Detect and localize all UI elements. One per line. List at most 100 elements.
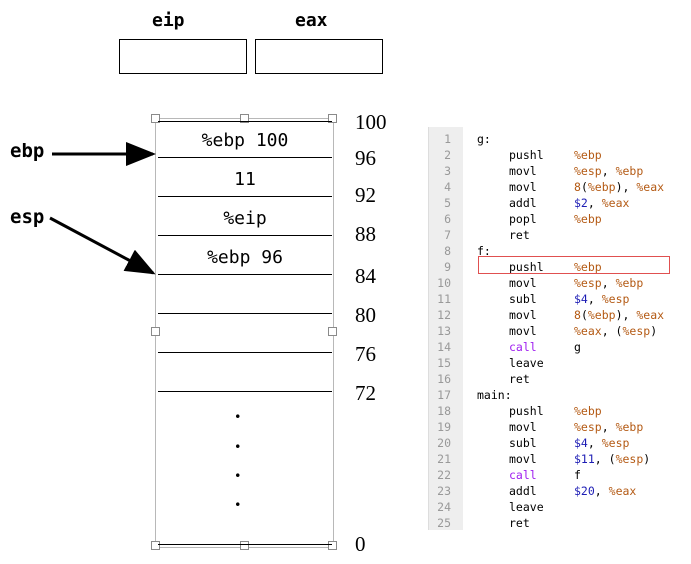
operand-token: ): [650, 324, 658, 338]
instruction-operands: $2, %eax: [574, 195, 629, 211]
instruction-mnemonic: subl: [509, 436, 537, 450]
instruction-mnemonic: movl: [509, 420, 537, 434]
instruction-operands: %esp, %ebp: [574, 163, 643, 179]
instruction-operands: %ebp: [574, 211, 602, 227]
code-line: 23 addl $20, %eax: [429, 483, 689, 499]
instruction-mnemonic: pushl: [509, 404, 544, 418]
operand-token: %esp: [622, 324, 651, 338]
instruction-mnemonic: call: [509, 340, 537, 354]
line-number: 18: [437, 404, 451, 418]
operand-token: ,: [587, 436, 602, 450]
code-line: 2 pushl %ebp: [429, 147, 689, 163]
instruction-mnemonic: movl: [509, 164, 537, 178]
operand-token: %esp: [615, 452, 644, 466]
line-number: 10: [437, 276, 451, 290]
instruction-mnemonic: movl: [509, 324, 537, 338]
instruction-operands: %ebp: [574, 403, 602, 419]
operand-token: ,: [601, 276, 616, 290]
code-line: 10 movl %esp, %ebp: [429, 275, 689, 291]
code-line: 14 call g: [429, 339, 689, 355]
operand-token: f: [574, 468, 581, 482]
line-number: 23: [437, 484, 451, 498]
code-line: 6 popl %ebp: [429, 211, 689, 227]
operand-token: ,: [601, 420, 616, 434]
instruction-mnemonic: movl: [509, 180, 537, 194]
operand-token: %ebp: [574, 148, 602, 162]
operand-token: , (: [601, 324, 623, 338]
operand-token: %eax: [636, 180, 665, 194]
operand-token: %ebp: [615, 276, 644, 290]
operand-token: $20: [574, 484, 595, 498]
line-number: 6: [444, 212, 451, 226]
instruction-mnemonic: ret: [509, 516, 530, 530]
instruction-mnemonic: movl: [509, 276, 537, 290]
code-line: 22 call f: [429, 467, 689, 483]
instruction-operands: g: [574, 339, 581, 355]
code-line: 12 movl 8(%ebp), %eax: [429, 307, 689, 323]
code-line: 5 addl $2, %eax: [429, 195, 689, 211]
operand-token: %esp: [601, 436, 630, 450]
operand-token: (: [580, 308, 588, 322]
line-number: 13: [437, 324, 451, 338]
operand-token: ,: [594, 484, 609, 498]
instruction-mnemonic: subl: [509, 292, 537, 306]
operand-token: %ebp: [574, 404, 602, 418]
operand-token: 8: [574, 180, 581, 194]
esp-arrow: [49, 216, 156, 275]
instruction-operands: %eax, (%esp): [574, 323, 657, 339]
instruction-operands: %esp, %ebp: [574, 419, 643, 435]
instruction-operands: $11, (%esp): [574, 451, 650, 467]
line-number: 17: [437, 388, 451, 402]
operand-token: %ebp: [615, 420, 644, 434]
code-line: 20 subl $4, %esp: [429, 435, 689, 451]
instruction-operands: 8(%ebp), %eax: [574, 179, 664, 195]
operand-token: $2: [574, 196, 588, 210]
instruction-mnemonic: addl: [509, 196, 537, 210]
code-line: 19 movl %esp, %ebp: [429, 419, 689, 435]
line-number: 20: [437, 436, 451, 450]
line-number: 16: [437, 372, 451, 386]
code-line: 16 ret: [429, 371, 689, 387]
line-number: 24: [437, 500, 451, 514]
operand-token: %ebp: [574, 212, 602, 226]
line-number: 14: [437, 340, 451, 354]
operand-token: %eax: [608, 484, 637, 498]
instruction-mnemonic: call: [509, 468, 537, 482]
operand-token: %esp: [574, 164, 602, 178]
line-number: 5: [444, 196, 451, 210]
line-number: 25: [437, 516, 451, 530]
assembly-code-panel: 1 g: 2 pushl %ebp 3 movl %esp, %ebp 4 movl 8(%ebp)…: [428, 127, 689, 530]
operand-token: %esp: [574, 420, 602, 434]
line-number: 8: [444, 244, 451, 258]
instruction-mnemonic: popl: [509, 212, 537, 226]
code-line: 4 movl 8(%ebp), %eax: [429, 179, 689, 195]
operand-token: ),: [615, 180, 637, 194]
line-number: 12: [437, 308, 451, 322]
instruction-mnemonic: movl: [509, 452, 537, 466]
operand-token: %eax: [636, 308, 665, 322]
code-line: 15 leave: [429, 355, 689, 371]
line-number: 9: [444, 260, 451, 274]
line-number: 3: [444, 164, 451, 178]
current-line-highlight: [478, 256, 670, 274]
line-number: 4: [444, 180, 451, 194]
code-line: 24 leave: [429, 499, 689, 515]
code-line: 1 g:: [429, 131, 689, 147]
instruction-operands: $4, %esp: [574, 435, 629, 451]
operand-token: , (: [594, 452, 616, 466]
operand-token: ,: [587, 292, 602, 306]
operand-token: ),: [615, 308, 637, 322]
instruction-mnemonic: leave: [509, 356, 544, 370]
code-line: 11 subl $4, %esp: [429, 291, 689, 307]
operand-token: %eax: [574, 324, 602, 338]
operand-token: ): [643, 452, 651, 466]
code-line: 18 pushl %ebp: [429, 403, 689, 419]
code-line: 7 ret: [429, 227, 689, 243]
instruction-operands: %ebp: [574, 147, 602, 163]
code-line: 3 movl %esp, %ebp: [429, 163, 689, 179]
code-label: g:: [477, 132, 491, 146]
operand-token: g: [574, 340, 581, 354]
operand-token: ,: [587, 196, 602, 210]
instruction-operands: f: [574, 467, 581, 483]
line-number: 21: [437, 452, 451, 466]
